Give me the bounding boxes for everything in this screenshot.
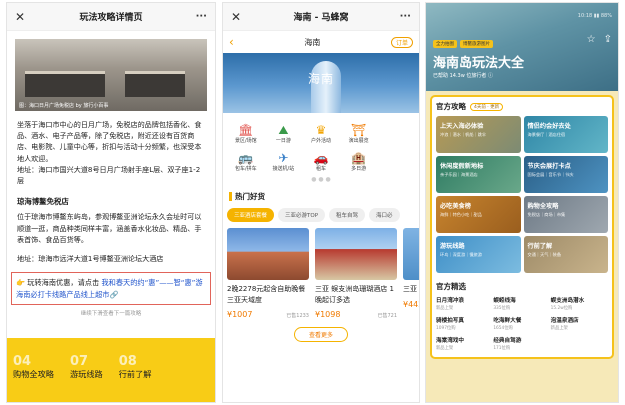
section-title: 官方攻略 bbox=[436, 102, 466, 111]
guide-tile[interactable]: 游玩线路 环岛｜深度游｜慢旅游 bbox=[436, 236, 521, 273]
tag[interactable]: 博鳌旅游图片 bbox=[460, 40, 493, 48]
helped-count: 已帮助 14.3w 位旅行者 ⓘ bbox=[433, 73, 493, 79]
hero-label: 海南 bbox=[307, 72, 334, 86]
guide-tile[interactable]: 休闲度假新地标 亲子乐园｜海景酒店 bbox=[436, 156, 521, 193]
pick-item[interactable]: 经典自驾游 171位购 bbox=[493, 336, 550, 351]
sub-header: ‹ 海南 订单 bbox=[223, 31, 419, 53]
see-more-button[interactable]: 查看更多 bbox=[294, 327, 348, 342]
category-item[interactable]: ⛰ 一日游 bbox=[265, 123, 303, 144]
promo-link-box[interactable]: 👉 玩转海南优惠，请点击 我和春天的约“惠”——智“惠”游海南必打卡线路产品线上… bbox=[11, 272, 211, 306]
address: 地址：海口市国兴大道8号日月广场射手座L层、双子座1-2层 bbox=[17, 164, 201, 186]
category-item[interactable]: ♛ 户外活动 bbox=[302, 123, 340, 144]
product-image bbox=[315, 228, 397, 280]
product-card[interactable]: 2晚2278元起含自助晚餐 三亚天域度 ¥1007 已售1233 bbox=[227, 228, 309, 319]
product-image bbox=[227, 228, 309, 280]
tab-before-trip[interactable]: 08 行前了解 bbox=[119, 354, 152, 380]
pick-item[interactable]: 蜈蚓线海 335位购 bbox=[493, 296, 550, 311]
section-title: 官方精选 bbox=[436, 282, 466, 291]
bottom-tabbar: 04 购物全攻略 07 游玩线路 08 行前了解 bbox=[7, 338, 215, 402]
category-item[interactable]: 🚗 租车 bbox=[302, 151, 340, 172]
page-title: 海南 - 马蜂窝 bbox=[293, 13, 349, 23]
more-icon[interactable]: ··· bbox=[395, 11, 411, 22]
chip[interactable]: 海口必 bbox=[369, 208, 400, 222]
guide-tile[interactable]: 必吃美食榜 海鲜｜特色小吃｜甜品 bbox=[436, 196, 521, 233]
update-badge: 4天前 · 更新 bbox=[470, 102, 504, 111]
pick-item[interactable]: 吃海鲜大餐 1654位购 bbox=[493, 316, 550, 331]
order-button[interactable]: 订单 bbox=[390, 36, 413, 48]
category-grid: 🏛 景区/场馆 ⛰ 一日游 ♛ 户外活动 ⛩ 演出展览 🚌 包车/拼车 ✈ 接送机/站 🚗 租… bbox=[223, 113, 419, 172]
more-icon[interactable]: ··· bbox=[191, 11, 207, 22]
category-item-empty bbox=[377, 123, 415, 144]
product-image bbox=[403, 228, 419, 280]
paragraph: 坐落于海口市中心的日月广场，免税店的品牌包括香化、食品、酒水、电子产品等，除了免… bbox=[17, 120, 202, 163]
guide-detail-screen: ✕ 玩法攻略详情页 ··· ☆ 图：海口日月广场免税店 by 旅行小百事 坐落于… bbox=[6, 2, 216, 403]
share-icon[interactable]: ⇪ bbox=[604, 34, 612, 45]
tab-routes[interactable]: 07 游玩线路 bbox=[70, 354, 103, 380]
hero-banner[interactable]: 海南 bbox=[223, 53, 419, 113]
p1-navbar: ✕ 玩法攻略详情页 ··· bbox=[7, 3, 215, 31]
close-icon[interactable]: ✕ bbox=[15, 10, 31, 24]
pick-item[interactable]: 蜈支洲岛潜水 15.2w位购 bbox=[551, 296, 608, 311]
page-title: 玩法攻略详情页 bbox=[79, 13, 143, 23]
promo-lead: 玩转海南优惠，请点击 bbox=[27, 278, 100, 288]
guide-tile[interactable]: 情侣约会好去处 海景餐厅｜酒店住宿 bbox=[523, 116, 608, 153]
category-item[interactable]: 🚌 包车/拼车 bbox=[227, 151, 265, 172]
picks-grid: 日月湾冲浪 新品上架 蜈蚓线海 335位购 蜈支洲岛潜水 15.2w位购 骑楼拍写真 1… bbox=[436, 296, 608, 351]
product-cards: 2晚2278元起含自助晚餐 三亚天域度 ¥1007 已售1233 三亚 蜈支洲岛珊… bbox=[223, 222, 419, 319]
pick-item[interactable]: 海棠湾戏中 新品上架 bbox=[436, 336, 493, 351]
guide-tile[interactable]: 节庆会展打卡点 国际会展｜音乐节｜节庆 bbox=[523, 156, 608, 193]
pager-dots: ● ● ● bbox=[311, 176, 331, 183]
guide-tile[interactable]: 上天入海必体验 冲浪｜潜水｜帆船｜跳伞 bbox=[436, 116, 521, 153]
category-item[interactable]: 🏛 景区/场馆 bbox=[227, 123, 265, 144]
address: 地址：琼海市远洋大道1号博鳌亚洲论坛大酒店 bbox=[17, 254, 164, 264]
pointing-hand-icon: 👉 bbox=[16, 278, 25, 288]
chip[interactable]: 租车自驾 bbox=[329, 208, 366, 222]
back-icon[interactable]: ‹ bbox=[229, 35, 234, 49]
close-icon[interactable]: ✕ bbox=[231, 10, 247, 24]
city-title: 海南 bbox=[304, 37, 321, 47]
section-title: 热门好货 bbox=[223, 183, 419, 202]
chip[interactable]: 三亚必游TOP bbox=[278, 208, 326, 222]
guide-tile[interactable]: 购物全攻略 免税店｜商场｜市集 bbox=[523, 196, 608, 233]
filter-chips: 三亚酒店套餐 三亚必游TOP 租车自驾 海口必 bbox=[223, 202, 419, 222]
paragraph: 位于琼海市博鳌东屿岛，参观博鳌亚洲论坛永久会址时可以顺道一逛，商品种类同样丰富，… bbox=[17, 212, 202, 244]
star-icon[interactable]: ☆ bbox=[587, 34, 596, 45]
island-guide-screen: 10:18 ▮▮ 88% ☆ ⇪ 全力拍图 博鳌旅游图片 海南岛玩法大全 已帮助… bbox=[425, 2, 619, 403]
status-bar: 10:18 ▮▮ 88% bbox=[577, 13, 612, 19]
guide-tile[interactable]: 行前了解 交通｜天气｜装备 bbox=[523, 236, 608, 273]
guide-tiles: 上天入海必体验 冲浪｜潜水｜帆船｜跳伞 情侣约会好去处 海景餐厅｜酒店住宿 休闲度假… bbox=[436, 116, 608, 273]
hero-header: 10:18 ▮▮ 88% ☆ ⇪ 全力拍图 博鳌旅游图片 海南岛玩法大全 已帮助… bbox=[426, 3, 618, 91]
p2-navbar: ✕ 海南 - 马蜂窝 ··· bbox=[223, 3, 419, 31]
section-heading: 琼海博鳌免税店 bbox=[17, 197, 69, 207]
product-card[interactable]: 三亚 海棠湾 ¥442 bbox=[403, 228, 419, 319]
scroll-hint: 继续下滑查看下一篇攻略 bbox=[80, 311, 142, 318]
category-item-empty bbox=[377, 151, 415, 172]
guide-box: 官方攻略 4天前 · 更新 上天入海必体验 冲浪｜潜水｜帆船｜跳伞 情侣约会好去处海… bbox=[430, 95, 614, 359]
article-body: 坐落于海口市中心的日月广场，免税店的品牌包括香化、食品、酒水、电子产品等，除了免… bbox=[7, 119, 215, 264]
product-card[interactable]: 三亚 蜈支洲岛珊瑚酒店 1晚起订多选 ¥1098 已售721 bbox=[315, 228, 397, 319]
tag[interactable]: 全力拍图 bbox=[433, 40, 457, 48]
pick-item[interactable]: 骑楼拍写真 1097位购 bbox=[436, 316, 493, 331]
pick-item[interactable]: 泡温泉酒店 新品上架 bbox=[551, 316, 608, 331]
photo-caption: 图：海口日月广场免税店 by 旅行小百事 bbox=[19, 103, 109, 109]
tower-image bbox=[311, 61, 341, 113]
category-item[interactable]: ⛩ 演出展览 bbox=[340, 123, 378, 144]
category-item[interactable]: ✈ 接送机/站 bbox=[265, 151, 303, 172]
page-title: 海南岛玩法大全 bbox=[433, 56, 525, 71]
destination-screen: ✕ 海南 - 马蜂窝 ··· ‹ 海南 订单 海南 🏛 景区/场馆 ⛰ 一日游 ♛ 户… bbox=[222, 2, 420, 403]
chip[interactable]: 三亚酒店套餐 bbox=[227, 208, 275, 222]
shop-photo: 图：海口日月广场免税店 by 旅行小百事 bbox=[15, 39, 207, 111]
pick-item[interactable]: 日月湾冲浪 新品上架 bbox=[436, 296, 493, 311]
category-item[interactable]: 🏨 多日游 bbox=[340, 151, 378, 172]
tab-shopping[interactable]: 04 购物全攻略 bbox=[13, 354, 54, 380]
